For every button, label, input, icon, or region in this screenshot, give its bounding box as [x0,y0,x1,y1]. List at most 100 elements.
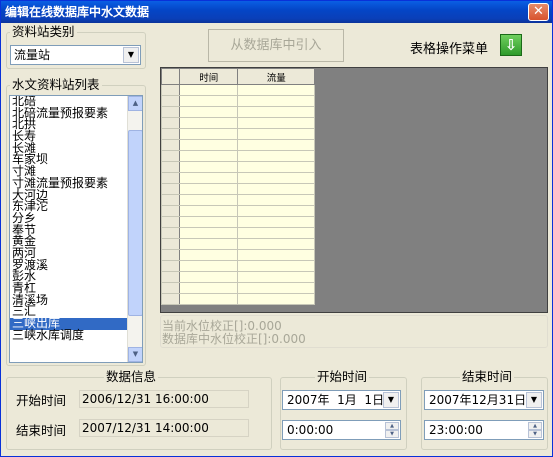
spin-down-icon[interactable]: ▼ [385,430,399,438]
title-bar[interactable]: 编辑在线数据库中水文数据 ✕ [1,1,552,23]
row-header-corner [160,68,181,85]
scroll-down-icon[interactable]: ▼ [128,347,142,362]
row-header[interactable] [160,106,181,118]
station-list-scrollbar[interactable]: ▲ ▼ [127,96,142,362]
station-type-value: 流量站 [14,48,51,62]
table-cell[interactable] [237,227,315,239]
row-header[interactable] [160,95,181,107]
station-list-item[interactable]: 三峡水库调度 [10,329,142,342]
table-menu-button[interactable]: ⇩ [500,34,522,56]
table-cell[interactable] [237,271,315,283]
row-header[interactable] [160,238,181,250]
row-header[interactable] [160,150,181,162]
data-grid[interactable]: 时间 流量 [160,67,548,313]
row-header[interactable] [160,282,181,294]
table-cell[interactable] [179,183,239,195]
row-header[interactable] [160,161,181,173]
row-header[interactable] [160,227,181,239]
close-button[interactable]: ✕ [528,3,549,21]
end-time-value: 23:00:00 [429,423,483,437]
chevron-down-icon[interactable]: ▼ [526,392,542,408]
row-header[interactable] [160,260,181,272]
table-cell[interactable] [179,84,239,96]
spin-up-icon[interactable]: ▲ [385,422,399,430]
row-header[interactable] [160,194,181,206]
row-header[interactable] [160,271,181,283]
table-row [160,172,315,184]
table-cell[interactable] [179,95,239,107]
table-cell[interactable] [179,139,239,151]
table-cell[interactable] [179,249,239,261]
station-list-label: 水文资料站列表 [10,77,102,92]
column-header-flow[interactable]: 流量 [237,68,315,85]
end-time-spinner[interactable]: 23:00:00 ▲ ▼ [424,420,544,440]
table-cell[interactable] [179,238,239,250]
row-header[interactable] [160,216,181,228]
data-table: 时间 流量 [160,68,315,305]
table-cell[interactable] [237,161,315,173]
table-cell[interactable] [237,293,315,305]
table-cell[interactable] [237,117,315,129]
end-date-picker[interactable]: 2007年12月31日 ▼ [424,390,544,410]
table-cell[interactable] [237,139,315,151]
table-cell[interactable] [179,293,239,305]
table-cell[interactable] [237,95,315,107]
table-cell[interactable] [179,128,239,140]
start-date-picker[interactable]: 2007年 1月 1日 ▼ [282,390,401,410]
spin-down-icon[interactable]: ▼ [528,430,542,438]
table-cell[interactable] [179,227,239,239]
table-cell[interactable] [179,172,239,184]
spin-up-icon[interactable]: ▲ [528,422,542,430]
table-cell[interactable] [179,282,239,294]
table-cell[interactable] [237,249,315,261]
row-header[interactable] [160,205,181,217]
table-cell[interactable] [237,84,315,96]
table-cell[interactable] [237,194,315,206]
chevron-down-icon[interactable]: ▼ [123,47,139,63]
scroll-thumb[interactable] [128,130,142,316]
table-cell[interactable] [179,271,239,283]
start-time-spin-buttons[interactable]: ▲ ▼ [385,422,399,438]
row-header[interactable] [160,183,181,195]
table-cell[interactable] [179,150,239,162]
table-cell[interactable] [179,117,239,129]
table-cell[interactable] [179,161,239,173]
row-header[interactable] [160,172,181,184]
table-cell[interactable] [237,150,315,162]
row-header[interactable] [160,249,181,261]
row-header[interactable] [160,139,181,151]
table-cell[interactable] [179,205,239,217]
table-cell[interactable] [237,128,315,140]
chevron-down-icon[interactable]: ▼ [383,392,399,408]
table-cell[interactable] [237,205,315,217]
row-header[interactable] [160,293,181,305]
table-cell[interactable] [179,194,239,206]
table-menu-label: 表格操作菜单 [410,42,489,57]
row-header[interactable] [160,84,181,96]
table-row [160,128,315,140]
station-items: 北碚 北碚流量预报要素 北拱 长寿 长滩 车家坝 寸滩 寸滩流量预报要素 大河边 东津沱 分乡 奉节黄… [10,96,142,341]
column-header-time[interactable]: 时间 [179,68,239,85]
table-cell[interactable] [237,106,315,118]
table-cell[interactable] [237,238,315,250]
table-cell[interactable] [237,172,315,184]
table-cell[interactable] [179,106,239,118]
station-type-label: 资料站类别 [10,24,77,39]
station-type-select[interactable]: 流量站 ▼ [10,45,141,65]
end-time-spin-buttons[interactable]: ▲ ▼ [528,422,542,438]
scroll-up-icon[interactable]: ▲ [128,96,142,111]
start-time-spinner[interactable]: 0:00:00 ▲ ▼ [282,420,401,440]
table-cell[interactable] [237,282,315,294]
table-cell[interactable] [179,260,239,272]
station-listbox[interactable]: 北碚 北碚流量预报要素 北拱 长寿 长滩 车家坝 寸滩 寸滩流量预报要素 大河边 东津沱 分乡 奉节黄… [9,95,143,363]
row-header[interactable] [160,117,181,129]
table-cell[interactable] [237,183,315,195]
current-water-level-correction: 当前水位校正[]:0.000 [162,319,282,333]
table-cell[interactable] [179,216,239,228]
table-cell[interactable] [237,216,315,228]
import-from-db-button[interactable]: 从数据库中引入 [208,29,344,62]
row-header[interactable] [160,128,181,140]
start-time-value: 0:00:00 [287,423,334,437]
table-row [160,282,315,294]
table-cell[interactable] [237,260,315,272]
